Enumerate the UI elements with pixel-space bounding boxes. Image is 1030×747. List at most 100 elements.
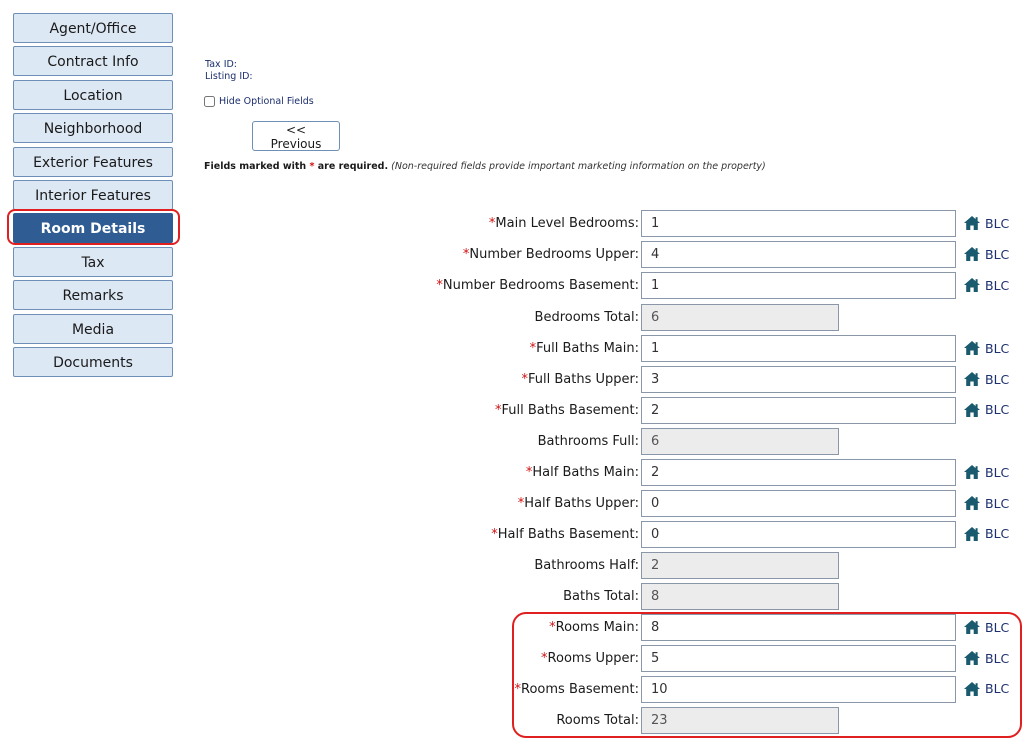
label-text: Full Baths Main: — [536, 341, 639, 356]
input-full-baths-main[interactable]: 1 — [641, 335, 956, 362]
label-text: Half Baths Basement: — [497, 526, 639, 542]
label-text: Bathrooms Half: — [534, 557, 639, 573]
label-full-baths-upper: *Full Baths Upper: — [521, 366, 639, 393]
input-bathrooms-half: 2 — [641, 551, 839, 579]
nav-neighborhood[interactable]: Neighborhood — [13, 113, 173, 144]
blc-link[interactable]: BLC — [963, 523, 1009, 545]
home-icon — [964, 651, 980, 665]
blc-link[interactable]: BLC — [963, 678, 1009, 700]
blc-label: BLC — [985, 464, 1010, 480]
field-row-rooms-total: Rooms Total: 23 — [0, 707, 1030, 734]
blc-link[interactable]: BLC — [963, 368, 1009, 390]
req-note-hint: (Non-required fields provide important m… — [391, 161, 766, 172]
label-half-baths-basement: *Half Baths Basement: — [491, 521, 639, 548]
label-rooms-main: *Rooms Main: — [549, 614, 639, 641]
home-icon — [964, 372, 980, 386]
input-bathrooms-full: 6 — [641, 427, 839, 455]
field-row-half-baths-main: *Half Baths Main: 2 BLC — [0, 459, 1030, 486]
label-text: Rooms Main: — [555, 620, 639, 635]
hide-optional-fields[interactable]: Hide Optional Fields — [204, 96, 314, 107]
blc-label: BLC — [985, 371, 1010, 387]
input-bedrooms-total: 6 — [641, 303, 839, 331]
nav-location[interactable]: Location — [13, 79, 173, 110]
label-number-bedrooms-upper: *Number Bedrooms Upper: — [463, 241, 639, 268]
home-icon — [964, 526, 980, 541]
nav-interior-features[interactable]: Interior Features — [13, 179, 173, 210]
blc-link[interactable]: BLC — [963, 212, 1009, 234]
blc-label: BLC — [985, 402, 1010, 417]
field-row-number-bedrooms-upper: *Number Bedrooms Upper: 4 BLC — [0, 241, 1030, 268]
field-row-number-bedrooms-basement: *Number Bedrooms Basement: 1 BLC — [0, 272, 1030, 299]
label-text: Full Baths Upper: — [527, 372, 639, 387]
hide-optional-checkbox[interactable] — [204, 96, 215, 107]
label-text: Half Baths Upper: — [524, 496, 639, 511]
tax-id-label: Tax ID: — [205, 59, 238, 70]
blc-label: BLC — [985, 495, 1010, 511]
home-icon — [964, 496, 980, 510]
label-bathrooms-half: Bathrooms Half: — [534, 552, 639, 579]
field-row-full-baths-upper: *Full Baths Upper: 3 BLC — [0, 366, 1030, 393]
input-half-baths-upper[interactable]: 0 — [641, 490, 956, 517]
label-full-baths-basement: *Full Baths Basement: — [495, 397, 639, 424]
blc-label: BLC — [985, 619, 1010, 635]
required-note: Fields marked with * are required. (Non-… — [204, 161, 766, 172]
field-row-bedrooms-total: Bedrooms Total: 6 — [0, 303, 1030, 331]
label-rooms-total: Rooms Total: — [556, 707, 639, 734]
blc-label: BLC — [985, 215, 1010, 231]
home-icon — [964, 402, 980, 417]
nav-contract-info[interactable]: Contract Info — [13, 46, 173, 77]
input-half-baths-basement[interactable]: 0 — [641, 520, 956, 548]
home-icon — [964, 278, 980, 292]
input-rooms-upper[interactable]: 5 — [641, 645, 956, 672]
label-text: Full Baths Basement: — [501, 402, 639, 418]
blc-link[interactable]: BLC — [963, 461, 1009, 483]
previous-button[interactable]: << Previous — [252, 121, 340, 151]
label-text: Baths Total: — [563, 588, 639, 604]
field-row-rooms-upper: *Rooms Upper: 5 BLC — [0, 645, 1030, 672]
blc-link[interactable]: BLC — [963, 647, 1009, 669]
input-number-bedrooms-upper[interactable]: 4 — [641, 241, 956, 268]
blc-link[interactable]: BLC — [963, 616, 1009, 638]
field-row-main-level-bedrooms: *Main Level Bedrooms: 1 BLC — [0, 210, 1030, 237]
field-row-full-baths-basement: *Full Baths Basement: 2 BLC — [0, 396, 1030, 424]
home-icon — [964, 620, 980, 634]
blc-link[interactable]: BLC — [963, 243, 1009, 265]
blc-link[interactable]: BLC — [963, 274, 1009, 296]
label-number-bedrooms-basement: *Number Bedrooms Basement: — [436, 272, 639, 299]
input-half-baths-main[interactable]: 2 — [641, 459, 956, 486]
blc-link[interactable]: BLC — [963, 399, 1009, 421]
input-full-baths-upper[interactable]: 3 — [641, 366, 956, 393]
label-text: Bathrooms Full: — [537, 433, 639, 449]
req-note-star: * — [309, 161, 315, 172]
label-baths-total: Baths Total: — [563, 583, 639, 610]
blc-label: BLC — [985, 650, 1010, 666]
home-icon — [964, 247, 980, 261]
nav-agent-office[interactable]: Agent/Office — [13, 13, 173, 43]
nav-exterior-features[interactable]: Exterior Features — [13, 146, 173, 177]
field-row-baths-total: Baths Total: 8 — [0, 582, 1030, 610]
blc-label: BLC — [985, 340, 1010, 356]
label-text: Rooms Basement: — [521, 681, 639, 697]
input-number-bedrooms-basement[interactable]: 1 — [641, 272, 956, 299]
input-rooms-main[interactable]: 8 — [641, 614, 956, 641]
input-main-level-bedrooms[interactable]: 1 — [641, 210, 956, 237]
label-bathrooms-full: Bathrooms Full: — [538, 428, 639, 455]
label-half-baths-upper: *Half Baths Upper: — [518, 490, 639, 517]
label-rooms-basement: *Rooms Basement: — [515, 676, 639, 703]
listing-id-label: Listing ID: — [205, 71, 253, 82]
field-row-bathrooms-half: Bathrooms Half: 2 — [0, 551, 1030, 579]
home-icon — [964, 216, 980, 230]
home-icon — [964, 341, 980, 355]
input-rooms-basement[interactable]: 10 — [641, 675, 956, 703]
blc-link[interactable]: BLC — [963, 337, 1009, 359]
label-main-level-bedrooms: *Main Level Bedrooms: — [489, 210, 639, 237]
home-icon — [964, 681, 980, 696]
field-row-rooms-main: *Rooms Main: 8 BLC — [0, 614, 1030, 641]
input-full-baths-basement[interactable]: 2 — [641, 396, 956, 424]
label-half-baths-main: *Half Baths Main: — [526, 459, 639, 486]
blc-link[interactable]: BLC — [963, 492, 1009, 514]
label-bedrooms-total: Bedrooms Total: — [535, 304, 639, 331]
home-icon — [964, 465, 980, 479]
input-rooms-total: 23 — [641, 707, 839, 734]
req-note-prefix: Fields marked with — [204, 161, 307, 172]
